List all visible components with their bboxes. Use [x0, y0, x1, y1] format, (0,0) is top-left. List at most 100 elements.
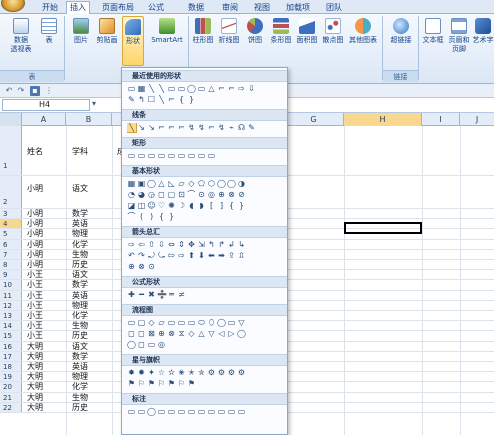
shape-option-icon[interactable]: }	[237, 201, 246, 210]
shape-option-icon[interactable]: ⬇	[197, 251, 206, 260]
tab-data[interactable]: 数据	[184, 2, 208, 14]
shape-option-icon[interactable]: ⚑	[187, 379, 196, 388]
cell-b[interactable]: 化学	[72, 240, 88, 250]
shape-option-icon[interactable]: ⌒	[127, 212, 136, 221]
shape-option-icon[interactable]: ▭	[197, 151, 206, 160]
shape-option-icon[interactable]: ⚐	[157, 379, 166, 388]
cell-b[interactable]: 历史	[72, 403, 88, 413]
cell-b[interactable]: 英语	[72, 362, 88, 372]
shape-option-icon[interactable]: ═	[167, 290, 176, 299]
shape-option-icon[interactable]: ⌐	[167, 95, 176, 104]
shape-option-icon[interactable]: ◺	[167, 179, 176, 188]
shape-option-icon[interactable]: ⚙	[217, 368, 226, 377]
cell-b[interactable]: 语文	[72, 183, 88, 195]
redo-icon[interactable]: ↷	[16, 86, 26, 96]
shape-option-icon[interactable]: ⤿	[157, 251, 166, 260]
shape-option-icon[interactable]: ⇩	[247, 84, 256, 93]
shape-option-icon[interactable]: ✦	[147, 368, 156, 377]
smartart-button[interactable]: SmartArt	[150, 16, 184, 66]
wordart-button[interactable]: 艺术字	[472, 16, 494, 66]
shape-option-icon[interactable]: ☺	[147, 201, 156, 210]
shape-option-icon[interactable]: ▭	[137, 151, 146, 160]
shape-option-icon[interactable]: ▽	[207, 329, 216, 338]
customize-icon[interactable]: ⋮	[44, 86, 54, 96]
clipart-button[interactable]: 剪贴画	[96, 16, 118, 66]
shape-option-icon[interactable]: ⇨	[237, 84, 246, 93]
row-header[interactable]: 7	[0, 249, 22, 259]
shape-option-icon[interactable]: ▭	[227, 318, 236, 327]
cell-a[interactable]: 小明	[27, 229, 43, 239]
shape-option-icon[interactable]: ◗	[197, 201, 206, 210]
shape-option-icon[interactable]: ▭	[177, 407, 186, 416]
shape-option-icon[interactable]: ▭	[197, 407, 206, 416]
name-box-dropdown-icon[interactable]: ▾	[92, 99, 96, 108]
shape-option-icon[interactable]: ✭	[187, 368, 196, 377]
row-header[interactable]: 1	[0, 126, 22, 175]
shape-option-icon[interactable]: ╲	[157, 95, 166, 104]
cell-b[interactable]: 生物	[72, 250, 88, 260]
shape-option-icon[interactable]: ▭	[177, 318, 186, 327]
table-button[interactable]: 表	[38, 16, 60, 66]
cell-a[interactable]: 小王	[27, 301, 43, 311]
shape-option-icon[interactable]: ◻	[127, 329, 136, 338]
cell-a[interactable]: 小王	[27, 311, 43, 321]
shape-option-icon[interactable]: ▢	[137, 318, 146, 327]
shape-option-icon[interactable]: ⇔	[167, 240, 176, 249]
shape-option-icon[interactable]: ⊘	[237, 190, 246, 199]
shape-option-icon[interactable]: ▱	[157, 318, 166, 327]
shape-option-icon[interactable]: ◻	[137, 329, 146, 338]
cell-a[interactable]: 大明	[27, 382, 43, 392]
shape-option-icon[interactable]: ◯	[187, 84, 196, 93]
shape-option-icon[interactable]: {	[177, 95, 186, 104]
other-charts-button[interactable]: 其他图表	[348, 16, 378, 66]
shape-option-icon[interactable]: ⌁	[227, 123, 236, 132]
shape-option-icon[interactable]: ◯	[147, 407, 156, 416]
shape-option-icon[interactable]: ⌐	[227, 84, 236, 93]
shape-option-icon[interactable]: ⌐	[207, 123, 216, 132]
tab-page-layout[interactable]: 页面布局	[98, 2, 138, 14]
shape-option-icon[interactable]: ◔	[127, 190, 136, 199]
cell-b[interactable]: 生物	[72, 393, 88, 403]
row-header[interactable]: 20	[0, 382, 22, 392]
shape-option-icon[interactable]: ▭	[177, 84, 186, 93]
shape-option-icon[interactable]: ☐	[147, 95, 156, 104]
row-header[interactable]: 10	[0, 280, 22, 290]
cell-a[interactable]: 小王	[27, 321, 43, 331]
shape-option-icon[interactable]: ▭	[187, 318, 196, 327]
shape-option-icon[interactable]: ⧖	[177, 329, 186, 338]
shape-option-icon[interactable]: ▭	[227, 407, 236, 416]
row-header[interactable]: 22	[0, 402, 22, 412]
shape-option-icon[interactable]: {	[157, 212, 166, 221]
shape-option-icon[interactable]: ⇰	[167, 251, 176, 260]
shape-option-icon[interactable]: {	[227, 201, 236, 210]
shape-option-icon[interactable]: ▱	[177, 179, 186, 188]
shape-option-icon[interactable]: ⚑	[127, 379, 136, 388]
active-cell-h4[interactable]	[344, 222, 422, 234]
shape-option-icon[interactable]: )	[147, 212, 156, 221]
cell-a[interactable]: 小明	[27, 260, 43, 270]
shape-option-icon[interactable]: }	[187, 95, 196, 104]
shape-option-icon[interactable]: ↱	[217, 240, 226, 249]
shape-option-icon[interactable]: ☊	[237, 123, 246, 132]
shape-option-icon[interactable]: ↳	[237, 240, 246, 249]
shape-option-icon[interactable]: ◶	[147, 190, 156, 199]
shape-option-icon[interactable]: ⊗	[137, 262, 146, 271]
shape-option-icon[interactable]: ◕	[137, 190, 146, 199]
shape-option-icon[interactable]: ⌐	[217, 84, 226, 93]
cell-b[interactable]: 学科	[72, 146, 88, 158]
shape-option-icon[interactable]: ⇦	[137, 240, 146, 249]
pivot-table-button[interactable]: 数据 透视表	[8, 16, 34, 66]
shape-option-icon[interactable]: ⇨	[127, 240, 136, 249]
cell-b[interactable]: 英语	[72, 219, 88, 229]
cell-b[interactable]: 数学	[72, 352, 88, 362]
row-header[interactable]: 12	[0, 300, 22, 310]
shape-option-icon[interactable]: ⌒	[187, 190, 196, 199]
shape-option-icon[interactable]: ╲	[147, 84, 156, 93]
shape-option-icon[interactable]: ⤾	[147, 251, 156, 260]
row-header[interactable]: 4	[0, 219, 22, 229]
row-header[interactable]: 11	[0, 290, 22, 300]
shape-option-icon[interactable]: ⚐	[177, 379, 186, 388]
row-header[interactable]: 6	[0, 239, 22, 249]
shape-option-icon[interactable]: ╲	[157, 84, 166, 93]
cell-a[interactable]: 大明	[27, 342, 43, 352]
